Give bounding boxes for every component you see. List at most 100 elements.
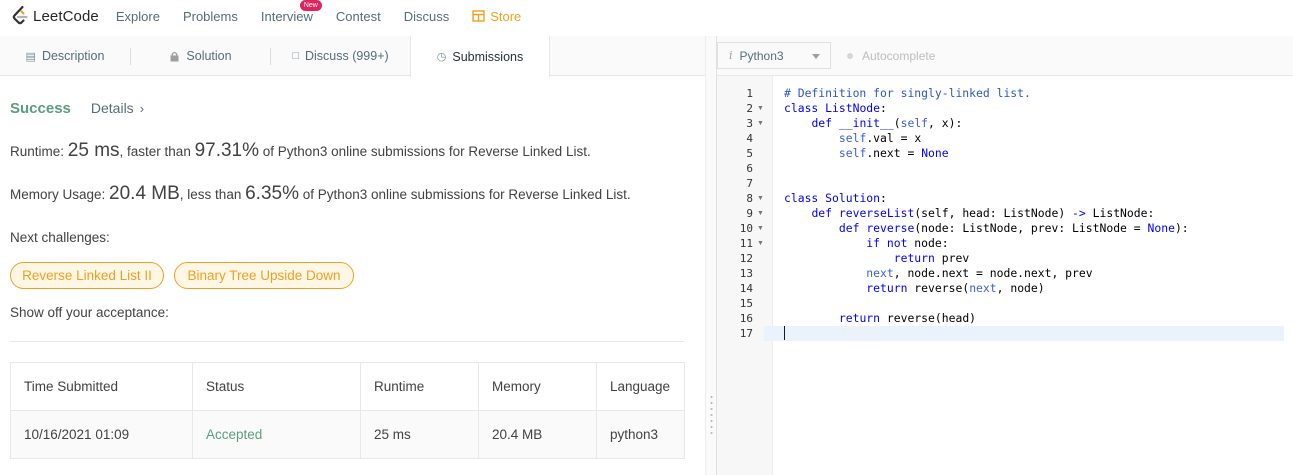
nav-problems[interactable]: Problems: [183, 9, 238, 24]
language-select[interactable]: i Python3: [717, 42, 831, 69]
code-line: self.next = None: [838, 146, 949, 160]
line-number: 15: [739, 297, 753, 310]
nav-contest[interactable]: Contest: [336, 9, 381, 24]
table-cell-time: 10/16/2021 01:09: [10, 410, 193, 459]
leetcode-logo[interactable]: LeetCode: [10, 5, 99, 27]
fold-arrow-icon[interactable]: ▼: [757, 236, 764, 251]
table-cell-language: python3: [596, 410, 685, 459]
runtime-percentile: 97.31%: [194, 140, 260, 161]
nav-discuss[interactable]: Discuss: [404, 9, 450, 24]
tab-description-label: Description: [41, 49, 105, 63]
autocomplete-label: Autocomplete: [862, 49, 936, 63]
column-header: Time Submitted: [10, 362, 193, 411]
line-number-gutter: 1 2 ▼ 3 ▼ 4 5 6 7 8 ▼ 9 ▼ 10 ▼ 11 ▼ 12 1…: [717, 76, 773, 475]
memory-value: 20.4 MB: [109, 183, 180, 204]
lock-icon: [170, 51, 179, 61]
logo-text: LeetCode: [33, 7, 99, 25]
top-navbar: LeetCode Explore Problems Interview New …: [0, 0, 1293, 32]
nav-store-label: Store: [490, 8, 522, 24]
memory-mid: , less than: [179, 187, 246, 202]
line-number: 9: [746, 207, 753, 220]
chevron-down-icon: [812, 54, 820, 59]
line-number: 11: [739, 237, 753, 250]
code-line: return reverse(next, node): [866, 281, 1045, 295]
table-cell-runtime: 25 ms: [360, 410, 479, 459]
result-header: Success Details ›: [10, 100, 144, 117]
nav-explore[interactable]: Explore: [116, 9, 160, 24]
tab-submissions-label: Submissions: [452, 49, 524, 64]
chevron-right-icon: ›: [139, 101, 145, 116]
column-header: Language: [596, 362, 685, 411]
divider: [10, 341, 684, 342]
column-header: Status: [192, 362, 361, 411]
code-text-area[interactable]: # Definition for singly-linked list. cla…: [764, 76, 1293, 475]
details-link[interactable]: Details: [91, 100, 134, 116]
tab-solution-label: Solution: [186, 49, 232, 63]
line-number: 10: [739, 222, 753, 235]
comment-icon: □: [292, 50, 299, 62]
runtime-mid: , faster than: [119, 144, 195, 159]
fold-arrow-icon[interactable]: ▼: [757, 221, 764, 236]
nav-store[interactable]: Store: [472, 9, 521, 24]
leetcode-logo-icon: [12, 5, 28, 25]
tab-discuss-label: Discuss (999+): [304, 49, 389, 63]
fold-arrow-icon[interactable]: ▼: [757, 101, 764, 116]
text-cursor: [784, 326, 785, 340]
line-number: 1: [746, 87, 753, 100]
table-header-row: Time Submitted Status Runtime Memory Lan…: [10, 362, 685, 411]
fold-arrow-icon[interactable]: ▼: [757, 191, 764, 206]
line-number: 4: [746, 132, 753, 145]
nav-interview-label: Interview: [260, 8, 313, 24]
line-number: 6: [746, 162, 753, 175]
new-badge: New: [299, 0, 322, 11]
info-icon: i: [729, 49, 733, 62]
line-number: 7: [746, 177, 753, 190]
code-line: def reverseList(self, head: ListNode) ->…: [811, 206, 1155, 220]
code-line: class ListNode:: [784, 101, 887, 115]
line-number: 2: [746, 102, 753, 115]
fold-arrow-icon[interactable]: ▼: [757, 116, 764, 131]
table-cell-status[interactable]: Accepted: [192, 410, 361, 459]
line-number: 16: [739, 312, 753, 325]
store-icon: [472, 10, 485, 22]
runtime-suffix: of Python3 online submissions for Revers…: [259, 144, 591, 159]
problem-panel: ▤ Description Solution □ Discuss (999+) …: [0, 36, 705, 475]
tab-discuss[interactable]: □ Discuss (999+): [271, 36, 410, 76]
runtime-stat: Runtime: 25 ms, faster than 97.31% of Py…: [10, 140, 591, 162]
column-header: Runtime: [360, 362, 479, 411]
table-row[interactable]: 10/16/2021 01:09 Accepted 25 ms 20.4 MB …: [10, 410, 685, 459]
code-line: next, node.next = node.next, prev: [866, 266, 1093, 280]
line-number: 5: [746, 147, 753, 160]
code-line: def reverse(node: ListNode, prev: ListNo…: [838, 221, 1189, 235]
language-select-value: Python3: [739, 48, 784, 63]
table-cell-memory: 20.4 MB: [478, 410, 597, 459]
tab-description[interactable]: ▤ Description: [0, 36, 130, 76]
panel-splitter[interactable]: [705, 36, 716, 475]
memory-prefix: Memory Usage:: [10, 187, 110, 202]
code-line: class Solution:: [784, 191, 887, 205]
problem-tabs: ▤ Description Solution □ Discuss (999+) …: [0, 36, 705, 77]
toggle-dot-icon: [847, 53, 853, 59]
fold-arrow-icon[interactable]: ▼: [757, 206, 764, 221]
line-number: 8: [746, 192, 753, 205]
column-header: Memory: [478, 362, 597, 411]
line-number: 14: [739, 282, 753, 295]
code-editor-panel: i Python3 Autocomplete 1 2 ▼ 3 ▼ 4 5 6 7…: [716, 36, 1293, 475]
nav-interview[interactable]: Interview New: [260, 0, 322, 24]
memory-suffix: of Python3 online submissions for Revers…: [298, 187, 631, 202]
drag-handle-icon[interactable]: [710, 394, 713, 436]
clock-icon: ◷: [436, 51, 447, 63]
line-number: 17: [739, 327, 753, 340]
tab-submissions[interactable]: ◷ Submissions: [410, 36, 550, 77]
success-status: Success: [10, 100, 71, 117]
code-line: self.val = x: [838, 131, 922, 145]
line-number: 13: [739, 267, 753, 280]
tab-solution[interactable]: Solution: [131, 36, 270, 76]
line-number: 12: [739, 252, 753, 265]
active-code-line: [764, 326, 1284, 341]
code-line: return prev: [893, 251, 970, 265]
code-line: if not node:: [866, 236, 949, 250]
challenge-chip[interactable]: Binary Tree Upside Down: [174, 262, 354, 289]
challenge-chip[interactable]: Reverse Linked List II: [10, 262, 164, 289]
autocomplete-toggle[interactable]: Autocomplete: [847, 49, 935, 63]
